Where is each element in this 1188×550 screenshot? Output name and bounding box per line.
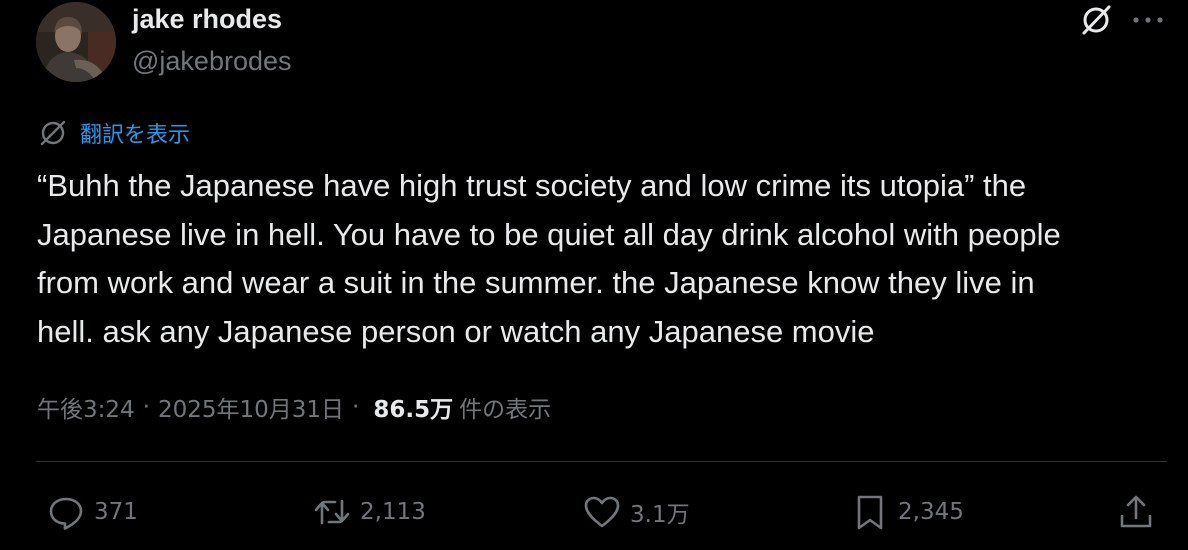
tweet-text-line: from work and wear a suit in the summer.…: [37, 265, 1035, 300]
translate-label: 翻訳を表示: [80, 123, 191, 148]
more-icon[interactable]: [1130, 8, 1166, 32]
author-handle[interactable]: @jakebrodes: [132, 46, 292, 77]
author-name[interactable]: jake rhodes: [132, 4, 282, 35]
views-label: 件の表示: [459, 397, 552, 423]
bookmark-count: 2,345: [898, 499, 964, 525]
tweet-time[interactable]: 午後3:24: [37, 390, 135, 424]
show-translation-link[interactable]: 翻訳を表示: [38, 118, 190, 148]
retweet-count: 2,113: [360, 499, 426, 525]
bookmark-button[interactable]: 2,345: [850, 490, 964, 534]
bookmark-icon: [857, 495, 883, 530]
reply-icon: [49, 497, 83, 530]
tweet-text-line: hell. ask any Japanese person or watch a…: [37, 313, 875, 349]
tweet-text: “Buhh the Japanese have high trust socie…: [37, 162, 1172, 356]
views-count[interactable]: 86.5万: [373, 390, 453, 424]
retweet-button[interactable]: 2,113: [312, 490, 426, 534]
meta-separator: ·: [142, 394, 150, 420]
tweet-date[interactable]: 2025年10月31日: [158, 390, 344, 424]
grok-icon[interactable]: [1080, 4, 1112, 36]
meta-separator: ·: [352, 394, 360, 420]
share-icon: [1120, 495, 1152, 528]
like-button[interactable]: 3.1万: [582, 490, 690, 534]
tweet-text-line: Japanese live in hell. You have to be qu…: [37, 216, 1061, 252]
avatar-photo: [36, 2, 116, 82]
tweet: jake rhodes @jakebrodes 翻訳を表示 “Buhh the …: [0, 0, 1188, 550]
tweet-meta: 午後3:24 · 2025年10月31日 · 86.5万 件の表示: [37, 390, 551, 424]
avatar[interactable]: [36, 2, 116, 82]
like-count: 3.1万: [630, 502, 690, 528]
divider: [36, 461, 1167, 462]
translate-icon: [38, 118, 68, 148]
heart-icon: [584, 496, 620, 528]
retweet-icon: [314, 499, 350, 525]
reply-count: 371: [94, 499, 138, 525]
tweet-text-line: “Buhh the Japanese have high trust socie…: [37, 168, 1027, 203]
reply-button[interactable]: 371: [46, 490, 138, 534]
share-button[interactable]: [1116, 490, 1156, 534]
